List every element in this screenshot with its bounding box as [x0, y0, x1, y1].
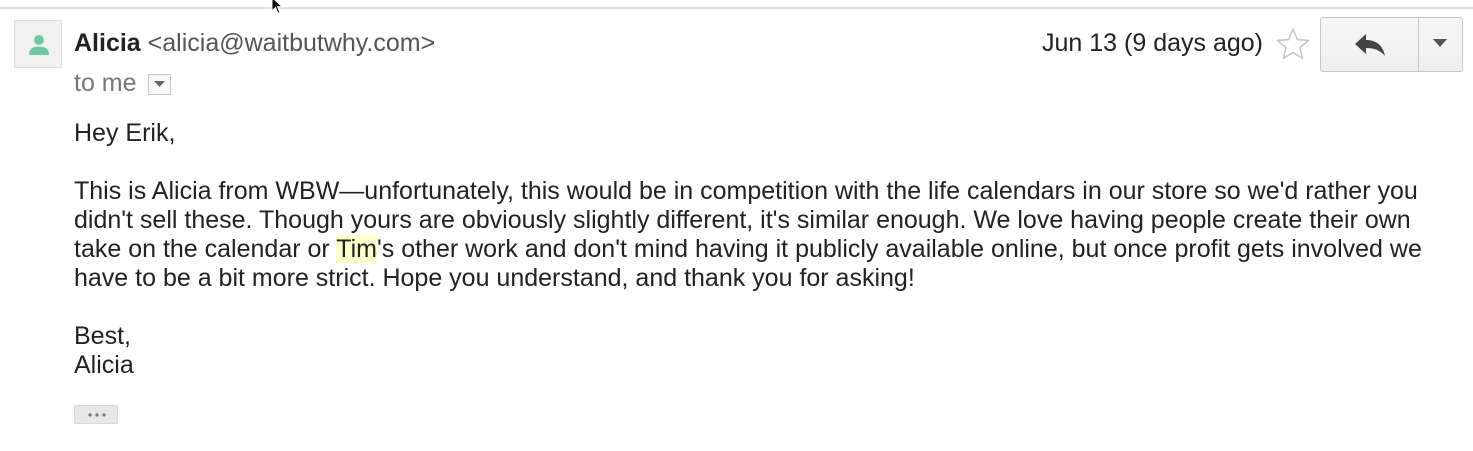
- star-outline-icon[interactable]: [1276, 27, 1310, 61]
- person-icon: [29, 35, 49, 55]
- sender-email: <alicia@waitbutwhy.com>: [147, 29, 436, 57]
- message-date: Jun 13 (9 days ago): [1042, 29, 1263, 57]
- reply-button-group: [1320, 17, 1463, 72]
- body-paragraph: This is Alicia from WBW—unfortunately, t…: [74, 177, 1444, 293]
- sender-header: Alicia <alicia@waitbutwhy.com>: [74, 28, 435, 58]
- greeting: Hey Erik,: [74, 119, 176, 147]
- sender-name[interactable]: Alicia: [74, 29, 141, 57]
- search-highlight: Tim: [336, 235, 377, 263]
- signature: Alicia: [74, 351, 134, 379]
- signoff: Best,: [74, 322, 131, 350]
- message-body: Hey Erik, This is Alicia from WBW—unfort…: [74, 119, 1444, 380]
- top-divider: [0, 7, 1473, 9]
- caret-down-icon: [1433, 39, 1447, 47]
- reply-arrow-icon: [1355, 34, 1385, 56]
- reply-button[interactable]: [1321, 18, 1419, 71]
- show-details-button[interactable]: [148, 74, 171, 95]
- mouse-cursor-icon: [271, 0, 284, 15]
- ellipsis-icon: [88, 413, 106, 417]
- chevron-down-icon: [154, 81, 165, 87]
- show-trimmed-content-button[interactable]: [74, 405, 118, 424]
- sender-avatar[interactable]: [14, 20, 62, 68]
- more-actions-button[interactable]: [1419, 18, 1462, 71]
- recipient-line: to me: [74, 69, 137, 97]
